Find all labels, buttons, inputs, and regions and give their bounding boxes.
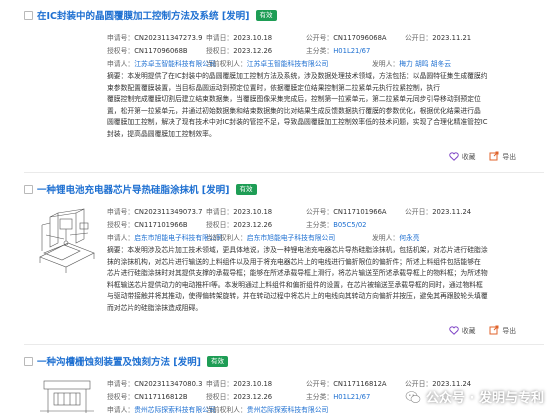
- export-button[interactable]: 导出: [489, 325, 516, 335]
- patent-drawing-thumbnail[interactable]: [36, 377, 98, 416]
- classification-link[interactable]: H01L21/67: [333, 47, 370, 55]
- meta-field: 申请人：贵州芯际探索科技有限公司: [107, 406, 216, 414]
- meta-field: 申请日：2023.10.18: [206, 380, 273, 388]
- collect-button[interactable]: 收藏: [449, 151, 475, 161]
- inventor-link[interactable]: 何永亮: [399, 234, 419, 242]
- divider: [24, 344, 544, 345]
- meta-field: 申请日：2023.10.18: [206, 208, 273, 216]
- result-title[interactable]: 一种锂电池充电器芯片导热硅脂涂抹机 [发明]: [37, 182, 230, 196]
- result-title-row: 在IC封装中的晶圆覆膜加工控制方法及系统 [发明] 有效: [24, 8, 277, 22]
- meta-field: 公开日：2023.11.24: [405, 208, 472, 216]
- meta-field: 公开日：2023.11.21: [405, 34, 472, 42]
- patent-drawing-thumbnail[interactable]: [36, 205, 98, 275]
- owner-link[interactable]: 启东市旭能电子科技有限公司: [247, 234, 335, 242]
- meta-field: 授权号：CN117101966B: [107, 221, 188, 229]
- select-checkbox[interactable]: [24, 184, 33, 194]
- classification-link[interactable]: H01L21/67: [333, 393, 370, 401]
- status-badge: 有效: [207, 355, 228, 367]
- meta-field: 公开号：CN117116812A: [306, 380, 387, 388]
- result-actions: 收藏 导出: [435, 325, 516, 335]
- inventor-link[interactable]: 梅力 胡鸣 胡冬云: [399, 60, 451, 68]
- export-icon: [489, 325, 499, 335]
- meta-field: 当前权利人：贵州芯际探索科技有限公司: [206, 406, 329, 414]
- wechat-icon: [405, 390, 421, 403]
- meta-field: 授权日：2023.12.26: [206, 393, 273, 401]
- result-title[interactable]: 一种沟槽栅蚀刻装置及蚀刻方法 [发明]: [37, 354, 201, 368]
- owner-link[interactable]: 江苏卓玉智能科技有限公司: [247, 60, 329, 68]
- meta-field: 当前权利人：江苏卓玉智能科技有限公司: [206, 60, 329, 68]
- result-title-row: 一种锂电池充电器芯片导热硅脂涂抹机 [发明] 有效: [24, 182, 257, 196]
- classification-link[interactable]: B05C5/02: [333, 221, 366, 229]
- watermark: 公众号 · 发明与专利: [405, 387, 544, 406]
- divider: [24, 172, 544, 173]
- meta-field: 主分类：H01L21/67: [306, 47, 371, 55]
- applicant-link[interactable]: 贵州芯际探索科技有限公司: [134, 406, 216, 414]
- meta-field: 公开号：CN117101966A: [306, 208, 387, 216]
- meta-field: 授权号：CN117096068B: [107, 47, 188, 55]
- meta-field: 主分类：B05C5/02: [306, 221, 367, 229]
- meta-field: 授权日：2023.12.26: [206, 221, 273, 229]
- meta-field: 申请号：CN2023113490​73.7: [107, 208, 203, 216]
- status-badge: 有效: [235, 183, 257, 195]
- meta-field: 申请人：江苏卓玉智能科技有限公司: [107, 60, 216, 68]
- status-badge: 有效: [255, 9, 277, 21]
- meta-field: 授权日：2023.12.26: [206, 47, 273, 55]
- meta-field: 公开号：CN117096068A: [306, 34, 387, 42]
- meta-field: 主分类：H01L21/67: [306, 393, 371, 401]
- applicant-link[interactable]: 江苏卓玉智能科技有限公司: [134, 60, 216, 68]
- meta-field: 授权号：CN117116812B: [107, 393, 188, 401]
- meta-field: 当前权利人：启东市旭能电子科技有限公司: [206, 234, 336, 242]
- export-icon: [489, 151, 499, 161]
- select-checkbox[interactable]: [24, 356, 33, 366]
- collect-button[interactable]: 收藏: [449, 325, 475, 335]
- result-title[interactable]: 在IC封装中的晶圆覆膜加工控制方法及系统 [发明]: [37, 8, 250, 22]
- heart-icon: [449, 325, 459, 335]
- export-button[interactable]: 导出: [489, 151, 516, 161]
- meta-field: 申请日：2023.10.18: [206, 34, 273, 42]
- heart-icon: [449, 151, 459, 161]
- result-title-row: 一种沟槽栅蚀刻装置及蚀刻方法 [发明] 有效: [24, 354, 228, 368]
- meta-field: 申请号：CN2023113470​80.3: [107, 380, 203, 388]
- result-actions: 收藏 导出: [435, 151, 516, 161]
- meta-field: 发明人：梅力 胡鸣 胡冬云: [372, 60, 452, 68]
- abstract: 摘要：本发明涉及芯片加工技术领域，更具体地说，涉及一种锂电池充电器芯片导热硅脂涂…: [107, 246, 488, 312]
- abstract: 摘要：本发明提供了在IC封装中的晶圆覆膜加工控制方法及系统，涉及数据处理技术领域…: [107, 72, 488, 138]
- meta-field: 发明人：何永亮: [372, 234, 420, 242]
- owner-link[interactable]: 贵州芯际探索科技有限公司: [247, 406, 329, 414]
- meta-row: 申请号：CN2023113472​73.9: [107, 34, 203, 42]
- select-checkbox[interactable]: [24, 10, 33, 20]
